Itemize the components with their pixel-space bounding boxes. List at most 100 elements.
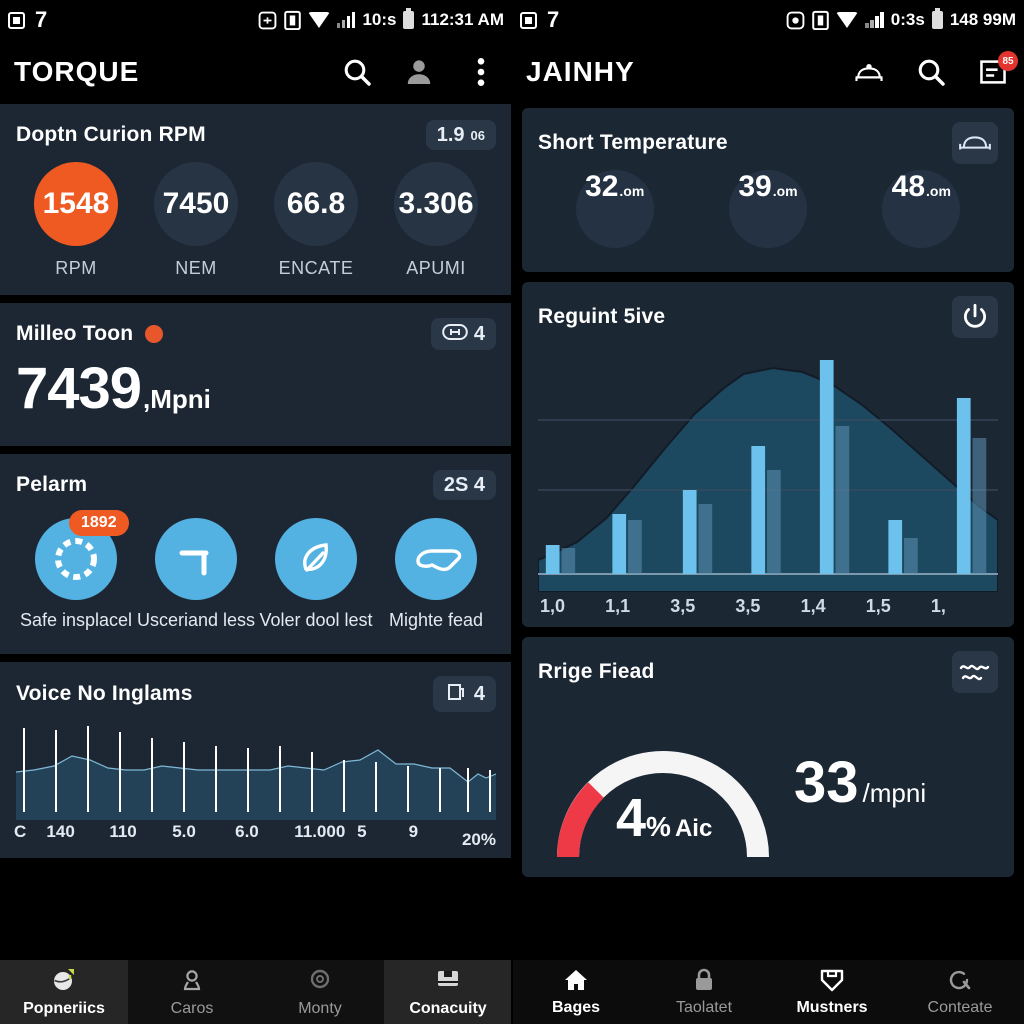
right-status-network: 0:3s	[890, 10, 925, 29]
panel-divider	[511, 0, 513, 1024]
photo-notification-icon	[520, 11, 537, 29]
search-icon[interactable]	[914, 55, 948, 89]
temp-circle-3[interactable]: 48 .om	[882, 170, 961, 248]
card-voice-no-inglams[interactable]: Voice No Inglams 4 C 140 110 5.0 6.0 11.…	[0, 661, 512, 858]
left-status-network: 10:s	[362, 10, 397, 29]
bar-axis-label-0: 1,0	[540, 596, 566, 616]
action-usceriand-label: Usceriand less	[136, 610, 256, 630]
axis-label-6: 5	[357, 821, 367, 841]
bar-axis-label-2: 3,5	[670, 596, 696, 616]
axis-label-8: 20%	[461, 829, 496, 849]
temp-unit-1: .om	[619, 183, 645, 199]
gauge-encate[interactable]: 66.8 ENCATE	[256, 162, 376, 279]
gauge-rpm-label: RPM	[55, 258, 97, 278]
axis-label-1: 140	[46, 821, 75, 841]
axis-label-2: 110	[109, 821, 137, 841]
dual-phone-screenshot: 7 10:s 112:31 AM TORQUE Doptn Curion RPM…	[0, 0, 1024, 1024]
nav-item-monty[interactable]: Monty	[256, 960, 384, 1024]
rrige-side-value: 33	[794, 749, 859, 815]
card-rpm-badge[interactable]: 1.9 06	[425, 120, 496, 150]
signal-bars-icon	[336, 12, 356, 28]
action-mighte-fead[interactable]: Mighte fead	[376, 518, 496, 632]
temp-circle-2[interactable]: 39 .om	[728, 170, 807, 248]
gauge-apumi-value: 3.306	[394, 162, 478, 246]
nav-item-bages[interactable]: Bages	[512, 960, 640, 1024]
card-pelarm[interactable]: Pelarm 2S 4 1892 Safe insplacel Uscerian…	[0, 454, 512, 654]
rrige-gauge-row: 4 % Aic 33 /mpni	[538, 693, 998, 867]
clipboard-icon	[284, 10, 301, 30]
action-mighte-label: Mighte fead	[388, 610, 484, 630]
gauge-rpm[interactable]: 1548 RPM	[16, 162, 136, 279]
bar-axis-label-3: 3,5	[735, 596, 761, 616]
card-voice-badge[interactable]: 4	[432, 675, 496, 712]
battery-icon	[403, 8, 415, 29]
card-pelarm-title: Pelarm	[16, 473, 88, 496]
rrige-gauge-suffix: Aic	[674, 815, 713, 842]
action-safe-insplacel[interactable]: 1892 Safe insplacel	[16, 510, 136, 632]
temp-unit-3: .om	[926, 183, 951, 199]
wifi-icon	[307, 12, 330, 28]
overflow-menu-icon[interactable]	[464, 55, 498, 89]
action-voler-dool-lest[interactable]: Voler dool lest	[256, 518, 376, 632]
nav-item-popneriics[interactable]: Popneriics	[0, 960, 128, 1024]
temp-value-1: 32	[585, 170, 619, 203]
nav-item-conteate[interactable]: Conteate	[896, 960, 1024, 1024]
rrige-arc-gauge: 4 % Aic	[538, 697, 788, 867]
voice-axis-labels: C 140 110 5.0 6.0 11.000 5 9 20%	[14, 821, 496, 850]
nav-item-mustners[interactable]: Mustners	[768, 960, 896, 1024]
card-rpm[interactable]: Doptn Curion RPM 1.9 06 1548 RPM 7450 NEM	[0, 104, 512, 295]
card-reguint-5ive[interactable]: Reguint 5ive 1,0 1,1 3,5 3,5 1,4 1,5 1,	[522, 282, 1014, 627]
photo-notification-icon	[8, 11, 25, 29]
card-short-temperature[interactable]: Short Temperature 32 .om 39 .om 48 .om	[522, 108, 1014, 272]
search-icon[interactable]	[340, 55, 374, 89]
left-bottom-nav: Popneriics Caros Monty Conacuity	[0, 960, 512, 1024]
card-rpm-title: Doptn Curion RPM	[16, 123, 206, 146]
right-app-bar: JAINHY 85	[512, 40, 1024, 104]
card-pelarm-badge[interactable]: 2S 4	[432, 470, 496, 500]
action-usceriand-less[interactable]: Usceriand less	[136, 518, 256, 632]
card-pelarm-badge-value: 2S 4	[443, 474, 485, 496]
leaf-pen-icon	[275, 518, 357, 600]
list-badge: 85	[998, 51, 1018, 71]
gauge-encate-label: ENCATE	[278, 258, 354, 278]
card-milleo-toon[interactable]: Milleo Toon 4 7439 ,Mpni	[0, 303, 512, 446]
axis-label-3: 5.0	[172, 821, 196, 841]
action-safe-pill: 1892	[69, 510, 129, 536]
nav-item-conacuity[interactable]: Conacuity	[384, 960, 512, 1024]
rpm-gauge-row: 1548 RPM 7450 NEM 66.8 ENCATE 3.306 APUM…	[16, 162, 496, 279]
right-status-notif-count: 7	[547, 7, 560, 32]
nav-item-taolatet[interactable]: Taolatet	[640, 960, 768, 1024]
card-temp-title: Short Temperature	[538, 131, 728, 154]
car-outline-icon[interactable]	[952, 122, 998, 164]
left-content: Doptn Curion RPM 1.9 06 1548 RPM 7450 NEM	[0, 104, 512, 906]
power-icon[interactable]	[952, 296, 998, 338]
gauge-nem[interactable]: 7450 NEM	[136, 162, 256, 279]
rrige-gauge-value: 4	[616, 788, 647, 848]
card-rrige-fiead[interactable]: Rrige Fiead 4 % Aic 33 /mpni	[522, 637, 1014, 877]
bar-axis-label-1: 1,1	[605, 596, 631, 616]
right-content: Short Temperature 32 .om 39 .om 48 .om R…	[512, 104, 1024, 907]
bar-axis-label-5: 1,5	[865, 596, 891, 616]
nav-label-caros: Caros	[170, 1000, 214, 1017]
nav-item-caros[interactable]: Caros	[128, 960, 256, 1024]
gauge-rpm-value: 1548	[34, 162, 118, 246]
gauge-apumi[interactable]: 3.306 APUMI	[376, 162, 496, 279]
card-milleo-badge[interactable]: 4	[430, 318, 496, 350]
right-app-title: JAINHY	[526, 56, 635, 87]
wave-check-icon[interactable]	[952, 651, 998, 693]
axis-label-0: C	[14, 821, 27, 841]
left-phone-panel: 7 10:s 112:31 AM TORQUE Doptn Curion RPM…	[0, 0, 512, 1024]
sim-icon	[258, 11, 277, 30]
battery-icon	[931, 8, 943, 29]
account-icon[interactable]	[402, 55, 436, 89]
pelarm-action-row: 1892 Safe insplacel Usceriand less Voler…	[16, 510, 496, 632]
settings-gear-icon	[307, 967, 333, 998]
temp-value-3: 48	[891, 170, 926, 203]
gauge-encate-value: 66.8	[274, 162, 358, 246]
list-icon[interactable]: 85	[976, 51, 1018, 89]
signal-bars-icon	[865, 12, 884, 28]
temp-circle-1[interactable]: 32 .om	[575, 170, 654, 248]
axis-label-4: 6.0	[235, 821, 259, 841]
action-safe-label: Safe insplacel	[19, 610, 133, 630]
car-icon[interactable]	[852, 55, 886, 89]
